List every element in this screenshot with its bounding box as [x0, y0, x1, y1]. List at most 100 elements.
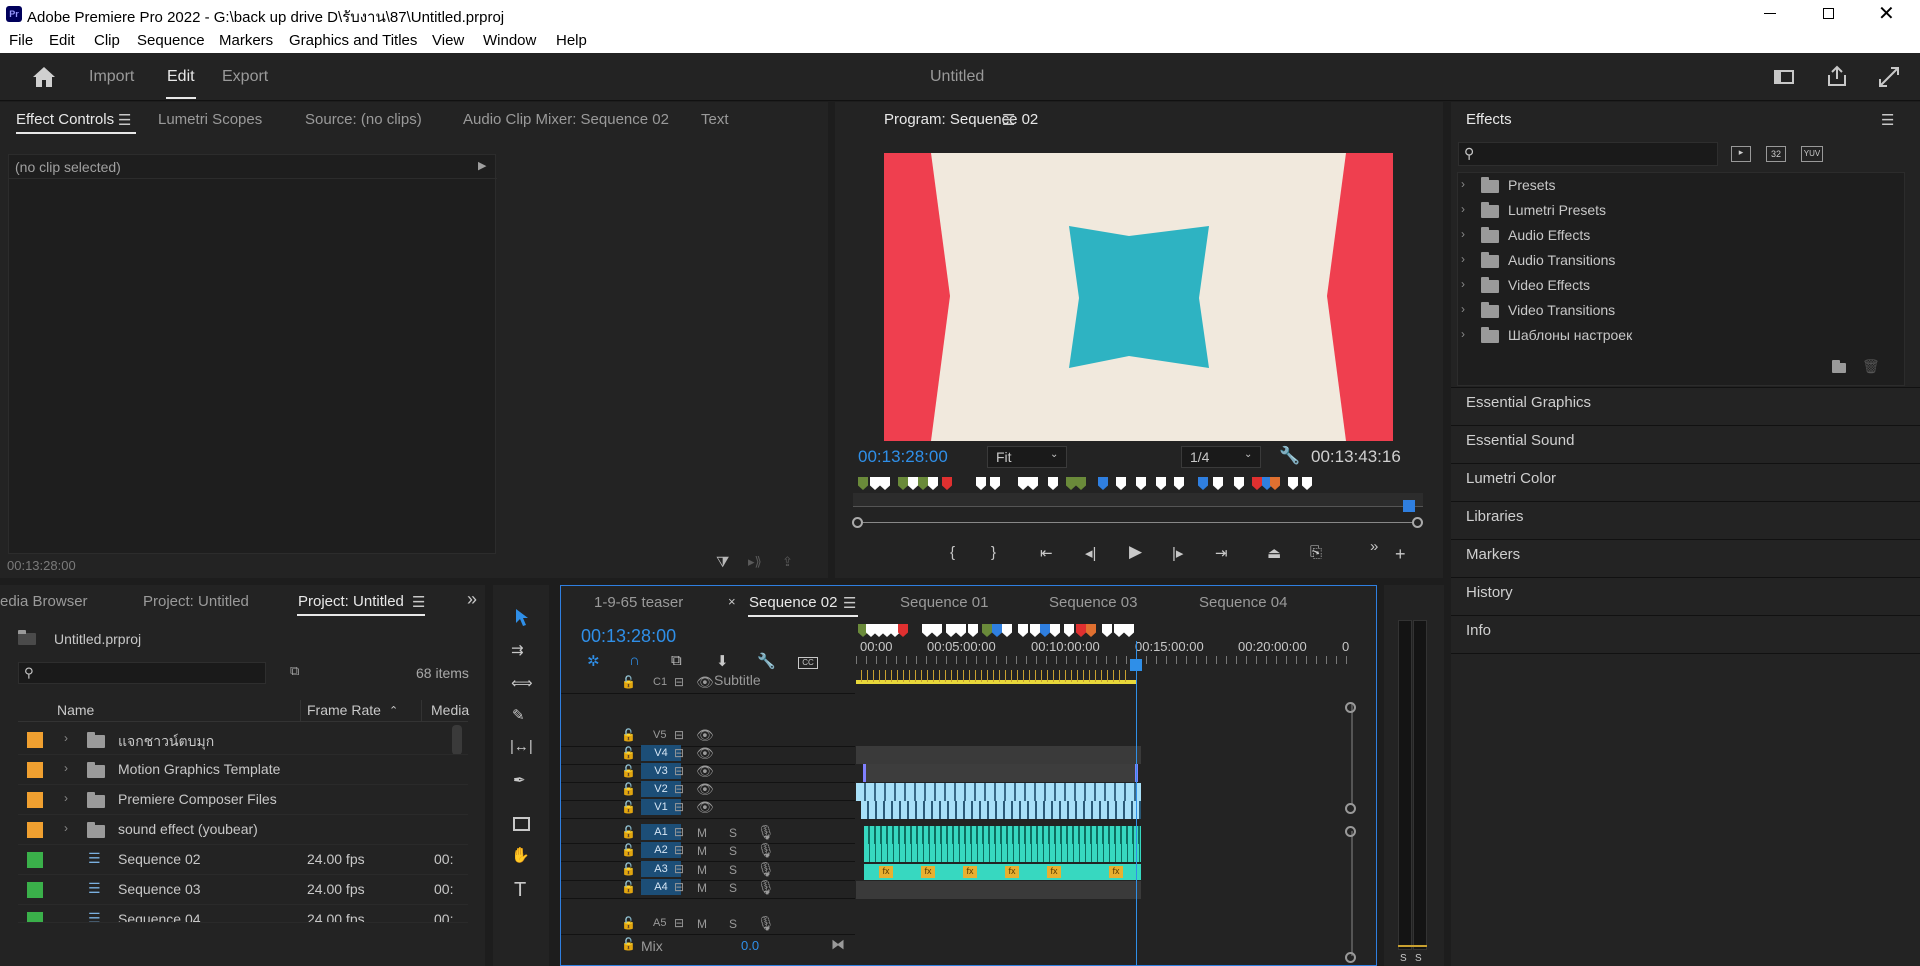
- timeline-settings-icon[interactable]: 🔧: [757, 652, 776, 670]
- menu-clip[interactable]: Clip: [94, 32, 120, 49]
- mute-button[interactable]: M: [697, 917, 707, 931]
- a1-clips[interactable]: [864, 826, 1141, 844]
- zoom-start-handle[interactable]: [852, 517, 863, 528]
- lock-icon[interactable]: 🔓: [621, 880, 636, 894]
- project-search-input[interactable]: ⚲: [18, 662, 266, 684]
- resolution-dropdown[interactable]: 1/4 ⌄: [1181, 446, 1261, 468]
- chevron-right-icon[interactable]: ›: [64, 821, 68, 835]
- lock-icon[interactable]: 🔓: [621, 782, 636, 796]
- sync-lock-icon[interactable]: ⊟: [674, 880, 684, 894]
- playhead-handle[interactable]: [1130, 659, 1142, 671]
- menu-graphics-and-titles[interactable]: Graphics and Titles: [289, 32, 417, 49]
- menu-edit[interactable]: Edit: [49, 32, 75, 49]
- home-icon[interactable]: [32, 66, 56, 88]
- sync-lock-icon[interactable]: ⊟: [674, 825, 684, 839]
- linked-selection-icon[interactable]: ⧉: [671, 652, 682, 669]
- project-list-item[interactable]: › Premiere Composer Files: [18, 785, 468, 815]
- label-color-swatch[interactable]: [27, 792, 43, 808]
- microphone-icon[interactable]: 🎙: [757, 861, 775, 878]
- v2-clips[interactable]: [856, 783, 1141, 801]
- tab-project-untitled-1[interactable]: Project: Untitled: [143, 593, 249, 610]
- tab-media-browser[interactable]: edia Browser: [0, 593, 88, 610]
- fullscreen-icon[interactable]: [1878, 66, 1900, 88]
- tab-export[interactable]: Export: [222, 68, 268, 86]
- more-icon[interactable]: »: [1370, 538, 1378, 555]
- lock-icon[interactable]: 🔓: [621, 825, 636, 839]
- program-timecode[interactable]: 00:13:28:00: [858, 447, 948, 467]
- label-color-swatch[interactable]: [27, 732, 43, 748]
- add-marker-icon[interactable]: ⬇: [716, 652, 729, 670]
- project-list-item[interactable]: ☰ Sequence 03 24.00 fps 00:: [18, 875, 468, 905]
- panel-menu-icon[interactable]: ☰: [843, 594, 856, 612]
- menu-sequence[interactable]: Sequence: [137, 32, 205, 49]
- meter-solo-right[interactable]: S: [1415, 953, 1422, 964]
- close-tab-icon[interactable]: ×: [728, 594, 736, 609]
- column-name[interactable]: Name: [57, 702, 94, 718]
- fit-dropdown[interactable]: Fit ⌄: [987, 446, 1067, 468]
- lock-icon[interactable]: 🔓: [621, 800, 636, 814]
- effects-search-input[interactable]: ⚲: [1458, 142, 1718, 166]
- lock-icon[interactable]: 🔓: [621, 916, 636, 930]
- lock-icon[interactable]: 🔓: [621, 843, 636, 857]
- tab-import[interactable]: Import: [89, 68, 134, 86]
- new-bin-icon[interactable]: [1832, 360, 1846, 373]
- play-icon[interactable]: ▶: [1129, 542, 1142, 562]
- sync-lock-icon[interactable]: ⊟: [674, 728, 684, 742]
- lift-icon[interactable]: ⏏: [1267, 544, 1281, 562]
- yuv-effects-icon[interactable]: YUV: [1801, 146, 1823, 162]
- microphone-icon[interactable]: 🎙: [757, 915, 775, 932]
- hand-tool-icon[interactable]: ✋: [511, 846, 530, 864]
- timeline-playhead[interactable]: [1136, 641, 1137, 966]
- type-tool-icon[interactable]: T: [514, 879, 526, 902]
- sync-lock-icon[interactable]: ⊟: [674, 916, 684, 930]
- effects-item-video-effects[interactable]: Video Effects: [1508, 277, 1590, 293]
- panel-markers[interactable]: Markers: [1466, 546, 1520, 563]
- settings-wrench-icon[interactable]: 🔧: [1279, 446, 1300, 466]
- tab-sequence-04[interactable]: Sequence 04: [1199, 594, 1287, 611]
- solo-button[interactable]: S: [729, 826, 737, 840]
- lock-icon[interactable]: 🔓: [621, 675, 636, 689]
- sync-lock-icon[interactable]: ⊟: [674, 782, 684, 796]
- track-select-tool-icon[interactable]: ⇉: [511, 641, 524, 659]
- share-icon[interactable]: [1826, 65, 1848, 87]
- panel-menu-icon[interactable]: ☰: [1002, 111, 1015, 129]
- razor-tool-icon[interactable]: ✎: [512, 706, 525, 724]
- sync-lock-icon[interactable]: ⊟: [674, 746, 684, 760]
- mute-button[interactable]: M: [697, 844, 707, 858]
- lock-icon[interactable]: 🔓: [621, 937, 636, 951]
- meter-solo-left[interactable]: S: [1400, 953, 1407, 964]
- nest-toggle-icon[interactable]: ✲: [587, 652, 600, 670]
- expand-arrow-icon[interactable]: ▶: [478, 159, 486, 172]
- sync-lock-icon[interactable]: ⊟: [674, 675, 684, 689]
- project-list-item[interactable]: ☰ Sequence 04 24.00 fps 00:: [18, 905, 468, 923]
- snap-icon[interactable]: ∩: [629, 652, 640, 669]
- panel-info[interactable]: Info: [1466, 622, 1491, 639]
- sync-lock-icon[interactable]: ⊟: [674, 862, 684, 876]
- panel-essential-graphics[interactable]: Essential Graphics: [1466, 394, 1591, 411]
- label-color-swatch[interactable]: [27, 882, 43, 898]
- effects-item-video-transitions[interactable]: Video Transitions: [1508, 302, 1615, 318]
- lock-icon[interactable]: 🔓: [621, 764, 636, 778]
- mark-in-icon[interactable]: {: [950, 544, 955, 561]
- tab-sequence-02[interactable]: Sequence 02: [749, 594, 837, 611]
- effects-item-presets[interactable]: Presets: [1508, 177, 1555, 193]
- effects-item-audio-effects[interactable]: Audio Effects: [1508, 227, 1590, 243]
- label-color-swatch[interactable]: [27, 762, 43, 778]
- label-color-swatch[interactable]: [27, 852, 43, 868]
- step-forward-icon[interactable]: |▸: [1172, 544, 1183, 562]
- eye-icon[interactable]: 👁: [696, 745, 714, 762]
- panel-lumetri-color[interactable]: Lumetri Color: [1466, 470, 1556, 487]
- tab-1-9-65-teaser[interactable]: 1-9-65 teaser: [594, 594, 683, 611]
- restore-icon[interactable]: [1823, 8, 1834, 19]
- 32bit-effects-icon[interactable]: 32: [1766, 146, 1786, 162]
- effects-item-audio-transitions[interactable]: Audio Transitions: [1508, 252, 1615, 268]
- panel-essential-sound[interactable]: Essential Sound: [1466, 432, 1574, 449]
- project-list-item[interactable]: › แจกชาวน์ตบมุก: [18, 725, 468, 755]
- vertical-scrollbar-audio[interactable]: [1351, 831, 1353, 956]
- rectangle-tool-icon[interactable]: [513, 817, 530, 831]
- menu-markers[interactable]: Markers: [219, 32, 273, 49]
- mute-button[interactable]: M: [697, 863, 707, 877]
- a3-clips[interactable]: [864, 864, 1141, 880]
- label-color-swatch[interactable]: [27, 912, 43, 922]
- microphone-icon[interactable]: 🎙: [757, 824, 775, 841]
